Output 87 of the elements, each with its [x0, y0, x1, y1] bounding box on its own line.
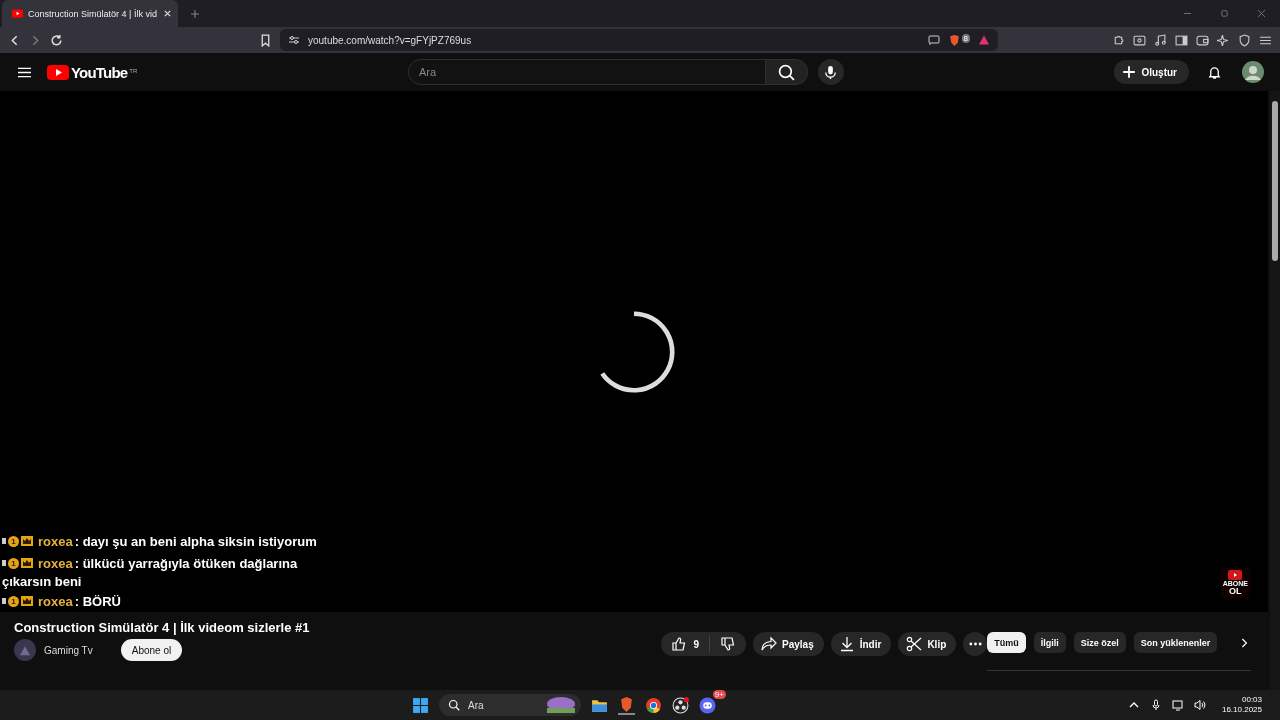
filter-chip[interactable]: Tümü: [987, 632, 1026, 653]
bookmark-icon[interactable]: [259, 33, 272, 47]
search-button[interactable]: [765, 59, 808, 85]
cast-icon[interactable]: [927, 34, 940, 46]
thumbs-down-icon: [720, 636, 736, 652]
plus-icon: [1122, 65, 1137, 79]
network-icon[interactable]: [1171, 699, 1184, 711]
address-bar[interactable]: youtube.com/watch?v=gFYjPZ769us 8: [280, 29, 998, 51]
vpn-shield-icon[interactable]: [1238, 33, 1251, 47]
chevron-right-icon[interactable]: [1240, 637, 1248, 648]
notification-badge: 9+: [712, 689, 726, 699]
subscribe-button[interactable]: Abone ol: [120, 639, 183, 661]
tab-title: Construction Simülatör 4 | İlk vid: [28, 8, 158, 19]
discord-app-icon[interactable]: [699, 696, 716, 714]
microphone-icon[interactable]: [1149, 699, 1162, 711]
watermark-text: OL: [1229, 587, 1242, 596]
chat-username: roxea: [38, 555, 73, 571]
sparkle-icon[interactable]: [1217, 33, 1230, 47]
brave-app-icon[interactable]: [618, 695, 635, 715]
scissors-icon: [906, 636, 923, 652]
crown-icon: [21, 596, 33, 606]
filter-chip[interactable]: İlgili: [1033, 632, 1066, 653]
music-icon[interactable]: [1154, 33, 1167, 47]
close-tab-icon[interactable]: [163, 9, 172, 18]
crown-icon: [21, 558, 33, 568]
thumbs-up-icon: [671, 636, 688, 652]
close-window-icon[interactable]: [1257, 9, 1266, 18]
share-arrow-icon: [761, 636, 777, 652]
chat-username: roxea: [38, 533, 73, 549]
more-dots-icon: [968, 642, 982, 646]
chat-message: : BÖRÜ: [74, 593, 121, 609]
shields-count: 8: [961, 33, 970, 43]
rank-badge: 1: [8, 557, 19, 569]
taskbar-search-field[interactable]: Ara: [439, 694, 581, 716]
triangle-icon[interactable]: [978, 34, 990, 46]
sidebar-icon[interactable]: [1175, 33, 1188, 47]
youtube-favicon-icon: [12, 9, 23, 18]
channel-name[interactable]: Gaming Tv: [44, 644, 93, 656]
page-search-icon[interactable]: [1133, 33, 1146, 47]
clip-button[interactable]: Klip: [898, 632, 957, 656]
chat-message: : dayı şu an beni alpha siksin istiyorum: [74, 533, 317, 549]
create-button[interactable]: Oluştur: [1114, 60, 1189, 84]
start-icon[interactable]: [412, 696, 429, 714]
search-icon: [777, 63, 795, 81]
filter-chip[interactable]: Son yüklenenler: [1133, 632, 1218, 653]
new-tab-icon[interactable]: [190, 8, 200, 19]
channel-avatar-icon[interactable]: [14, 639, 36, 661]
clock-date[interactable]: 16.10.2025: [1221, 705, 1262, 716]
rank-badge: 1: [8, 535, 19, 547]
search-placeholder: Ara: [468, 699, 484, 711]
search-field[interactable]: Ara: [407, 59, 766, 85]
filter-chip[interactable]: Size özel: [1073, 632, 1126, 653]
chat-message: çıkarsın beni: [2, 574, 83, 588]
menu-icon[interactable]: [18, 66, 31, 78]
microphone-icon: [823, 64, 839, 80]
browser-tab[interactable]: Construction Simülatör 4 | İlk vid: [2, 0, 178, 27]
play-icon: [1228, 570, 1243, 580]
extensions-icon[interactable]: [1112, 33, 1125, 47]
avatar-icon[interactable]: [1242, 61, 1264, 83]
clock-time[interactable]: 00:03: [1242, 694, 1262, 705]
video-title: Construction Simülatör 4 | İlk videom sizlerle #1: [14, 620, 310, 635]
notifications-icon[interactable]: [1207, 64, 1222, 80]
search-icon: [448, 699, 460, 711]
obs-app-icon[interactable]: [672, 696, 689, 714]
voice-search-button[interactable]: [817, 59, 844, 85]
more-button[interactable]: [963, 632, 988, 656]
share-button[interactable]: Paylaş: [753, 632, 824, 656]
chrome-app-icon[interactable]: [645, 696, 662, 714]
chat-platform-icon: [2, 560, 6, 566]
download-icon: [838, 636, 855, 652]
brave-shields-icon[interactable]: [947, 33, 961, 47]
chat-platform-icon: [2, 598, 6, 604]
wallet-icon[interactable]: [1196, 33, 1209, 47]
volume-icon[interactable]: [1193, 699, 1206, 711]
like-button[interactable]: 9: [661, 636, 709, 652]
scrollbar[interactable]: [1270, 91, 1280, 690]
rank-badge: 1: [8, 595, 19, 607]
reload-icon[interactable]: [50, 33, 63, 47]
youtube-wordmark[interactable]: YouTube: [71, 63, 128, 81]
chat-platform-icon: [2, 538, 6, 544]
download-button[interactable]: İndir: [830, 632, 892, 656]
youtube-logo-icon[interactable]: [47, 64, 69, 80]
crown-icon: [21, 536, 33, 546]
chat-message: : ülkücü yarrağıyla ötüken dağlarına: [74, 555, 298, 571]
site-settings-icon[interactable]: [288, 34, 300, 46]
tree-icon: [545, 696, 577, 714]
chat-username: roxea: [38, 593, 73, 609]
